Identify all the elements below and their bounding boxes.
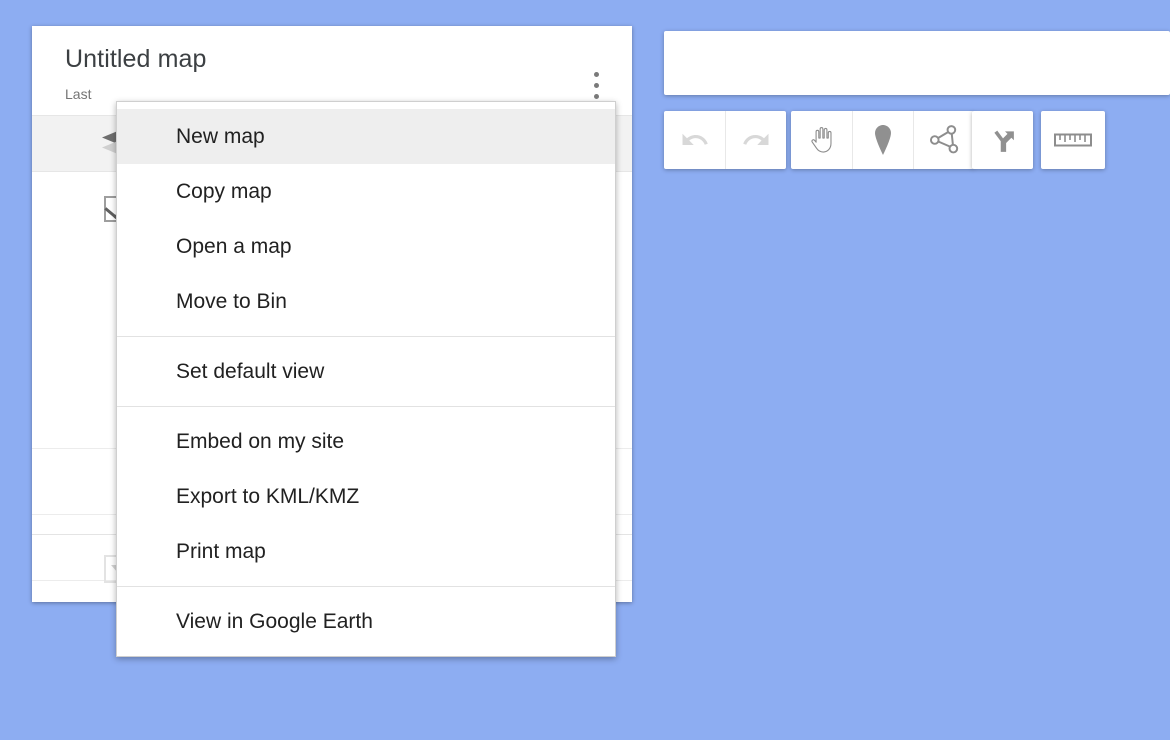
search-input[interactable] [664,31,1170,95]
menu-group-view: Set default view [117,344,615,399]
map-options-menu: New map Copy map Open a map Move to Bin … [116,101,616,657]
menu-item-print-map[interactable]: Print map [117,524,615,579]
redo-icon [743,133,769,145]
menu-item-view-in-google-earth[interactable]: View in Google Earth [117,594,615,649]
marker-icon [875,125,891,155]
kebab-menu-icon[interactable] [582,68,610,102]
menu-item-open-a-map[interactable]: Open a map [117,219,615,274]
undo-icon [682,133,708,145]
page-title[interactable]: Untitled map [65,42,612,76]
directions-icon [993,130,1014,152]
ruler-icon [1054,133,1092,147]
toolbar-group-directions [972,111,1033,169]
kebab-dot [593,93,599,99]
menu-item-copy-map[interactable]: Copy map [117,164,615,219]
menu-divider [117,336,615,337]
menu-item-new-map[interactable]: New map [117,109,615,164]
menu-group-share: Embed on my site Export to KML/KMZ Print… [117,414,615,579]
toolbar-group-history [664,111,786,169]
add-marker-button[interactable] [852,111,913,169]
add-directions-button[interactable] [972,111,1033,169]
menu-group-file: New map Copy map Open a map Move to Bin [117,109,615,329]
draw-line-button[interactable] [913,111,974,169]
kebab-dot [593,82,599,88]
line-icon [929,125,959,154]
menu-divider [117,406,615,407]
menu-item-embed-on-my-site[interactable]: Embed on my site [117,414,615,469]
toolbar-group-draw [791,111,974,169]
menu-item-set-default-view[interactable]: Set default view [117,344,615,399]
hand-icon [810,127,832,153]
map-search-box[interactable] [664,31,1170,95]
toolbar-group-measure [1041,111,1105,169]
measure-button[interactable] [1041,111,1105,169]
undo-button[interactable] [664,111,725,169]
menu-group-external: View in Google Earth [117,594,615,649]
select-items-button[interactable] [791,111,852,169]
menu-divider [117,586,615,587]
menu-item-export-to-kml[interactable]: Export to KML/KMZ [117,469,615,524]
kebab-dot [593,71,599,77]
menu-item-move-to-bin[interactable]: Move to Bin [117,274,615,329]
redo-button[interactable] [725,111,786,169]
